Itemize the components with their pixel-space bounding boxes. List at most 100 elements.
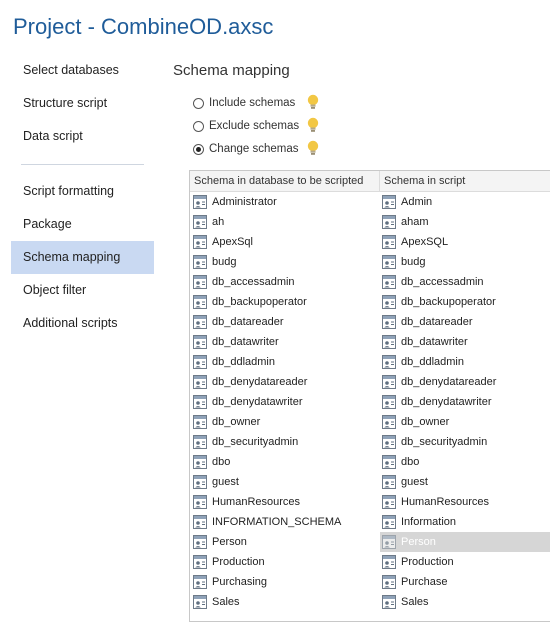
script-schema-cell[interactable]: db_datawriter	[380, 332, 550, 352]
table-row[interactable]: Person Person	[190, 532, 550, 552]
db-schema-cell[interactable]: guest	[193, 472, 379, 492]
db-schema-cell[interactable]: db_backupoperator	[193, 292, 379, 312]
schema-mapping-grid[interactable]: Schema in database to be scripted Schema…	[189, 170, 550, 622]
sidebar-divider	[21, 164, 144, 165]
script-schema-cell[interactable]: Admin	[380, 192, 550, 212]
exclude-schemas-radio[interactable]	[193, 120, 204, 132]
script-schema-cell[interactable]: aham	[380, 212, 550, 232]
script-schema-cell[interactable]: budg	[380, 252, 550, 272]
table-row[interactable]: db_denydatawriter db_denydatawriter	[190, 392, 550, 412]
db-schema-cell[interactable]: budg	[193, 252, 379, 272]
schema-icon	[382, 595, 396, 609]
db-schema-cell[interactable]: Person	[193, 532, 379, 552]
db-schema-cell[interactable]: db_denydatawriter	[193, 392, 379, 412]
script-schema-name: dbo	[401, 456, 420, 468]
table-row[interactable]: budg budg	[190, 252, 550, 272]
db-schema-name: db_datareader	[212, 316, 284, 328]
db-schema-cell[interactable]: ah	[193, 212, 379, 232]
db-schema-name: db_ddladmin	[212, 356, 275, 368]
db-schema-cell[interactable]: Production	[193, 552, 379, 572]
table-row[interactable]: db_backupoperator db_backupoperator	[190, 292, 550, 312]
sidebar-item-select-databases[interactable]: Select databases	[11, 54, 154, 87]
sidebar-item-structure-script[interactable]: Structure script	[11, 87, 154, 120]
table-row[interactable]: Purchasing Purchase	[190, 572, 550, 592]
exclude-schemas-option[interactable]: Exclude schemas	[193, 116, 299, 136]
change-schemas-option[interactable]: Change schemas	[193, 139, 299, 159]
script-schema-cell[interactable]: dbo	[380, 452, 550, 472]
table-row[interactable]: db_ddladmin db_ddladmin	[190, 352, 550, 372]
script-schema-cell[interactable]: db_accessadmin	[380, 272, 550, 292]
column-header-db-schema[interactable]: Schema in database to be scripted	[194, 175, 363, 187]
schema-icon	[193, 495, 207, 509]
script-schema-cell[interactable]: db_denydatawriter	[380, 392, 550, 412]
script-schema-cell[interactable]: db_owner	[380, 412, 550, 432]
script-schema-cell[interactable]: db_datareader	[380, 312, 550, 332]
table-row[interactable]: Administrator Admin	[190, 192, 550, 212]
db-schema-cell[interactable]: db_accessadmin	[193, 272, 379, 292]
db-schema-name: Production	[212, 556, 265, 568]
db-schema-cell[interactable]: db_denydatareader	[193, 372, 379, 392]
db-schema-cell[interactable]: db_datareader	[193, 312, 379, 332]
script-schema-cell[interactable]: db_ddladmin	[380, 352, 550, 372]
grid-body: Administrator Admin ah aham ApexSql Apex…	[190, 192, 550, 612]
lightbulb-icon[interactable]	[305, 116, 321, 134]
change-schemas-radio[interactable]	[193, 143, 204, 155]
db-schema-cell[interactable]: db_ddladmin	[193, 352, 379, 372]
lightbulb-icon[interactable]	[305, 139, 321, 157]
table-row[interactable]: INFORMATION_SCHEMA Information	[190, 512, 550, 532]
script-schema-cell[interactable]: guest	[380, 472, 550, 492]
script-schema-cell[interactable]: Person	[380, 532, 550, 552]
table-row[interactable]: db_denydatareader db_denydatareader	[190, 372, 550, 392]
db-schema-cell[interactable]: dbo	[193, 452, 379, 472]
db-schema-cell[interactable]: Sales	[193, 592, 379, 612]
table-row[interactable]: ah aham	[190, 212, 550, 232]
script-schema-cell[interactable]: Purchase	[380, 572, 550, 592]
sidebar-item-additional-scripts[interactable]: Additional scripts	[11, 307, 154, 340]
table-row[interactable]: db_securityadmin db_securityadmin	[190, 432, 550, 452]
db-schema-name: Person	[212, 536, 247, 548]
table-row[interactable]: HumanResources HumanResources	[190, 492, 550, 512]
table-row[interactable]: guest guest	[190, 472, 550, 492]
db-schema-cell[interactable]: db_securityadmin	[193, 432, 379, 452]
table-row[interactable]: Sales Sales	[190, 592, 550, 612]
schema-icon	[382, 495, 396, 509]
script-schema-cell[interactable]: Production	[380, 552, 550, 572]
script-schema-cell[interactable]: ApexSQL	[380, 232, 550, 252]
db-schema-cell[interactable]: ApexSql	[193, 232, 379, 252]
table-row[interactable]: Production Production	[190, 552, 550, 572]
sidebar-item-object-filter[interactable]: Object filter	[11, 274, 154, 307]
lightbulb-icon[interactable]	[305, 93, 321, 111]
db-schema-cell[interactable]: Purchasing	[193, 572, 379, 592]
sidebar-item-data-script[interactable]: Data script	[11, 120, 154, 153]
table-row[interactable]: db_owner db_owner	[190, 412, 550, 432]
sidebar-item-package[interactable]: Package	[11, 208, 154, 241]
table-row[interactable]: db_accessadmin db_accessadmin	[190, 272, 550, 292]
script-schema-cell[interactable]: Sales	[380, 592, 550, 612]
sidebar-item-script-formatting[interactable]: Script formatting	[11, 175, 154, 208]
include-schemas-option[interactable]: Include schemas	[193, 93, 295, 113]
table-row[interactable]: dbo dbo	[190, 452, 550, 472]
script-schema-cell[interactable]: HumanResources	[380, 492, 550, 512]
script-schema-cell[interactable]: Information	[380, 512, 550, 532]
db-schema-cell[interactable]: Administrator	[193, 192, 379, 212]
table-row[interactable]: ApexSql ApexSQL	[190, 232, 550, 252]
script-schema-cell[interactable]: db_securityadmin	[380, 432, 550, 452]
schema-icon	[382, 415, 396, 429]
column-header-script-schema[interactable]: Schema in script	[384, 175, 465, 187]
include-schemas-radio[interactable]	[193, 97, 204, 109]
sidebar-item-schema-mapping[interactable]: Schema mapping	[11, 241, 154, 274]
column-divider[interactable]	[379, 171, 380, 191]
schema-icon	[193, 575, 207, 589]
db-schema-cell[interactable]: db_datawriter	[193, 332, 379, 352]
db-schema-cell[interactable]: db_owner	[193, 412, 379, 432]
db-schema-cell[interactable]: HumanResources	[193, 492, 379, 512]
script-schema-cell[interactable]: db_backupoperator	[380, 292, 550, 312]
table-row[interactable]: db_datawriter db_datawriter	[190, 332, 550, 352]
schema-icon	[193, 195, 207, 209]
script-schema-cell[interactable]: db_denydatareader	[380, 372, 550, 392]
include-schemas-label: Include schemas	[209, 97, 296, 109]
table-row[interactable]: db_datareader db_datareader	[190, 312, 550, 332]
schema-icon	[382, 275, 396, 289]
section-title: Schema mapping	[173, 62, 290, 79]
db-schema-cell[interactable]: INFORMATION_SCHEMA	[193, 512, 379, 532]
